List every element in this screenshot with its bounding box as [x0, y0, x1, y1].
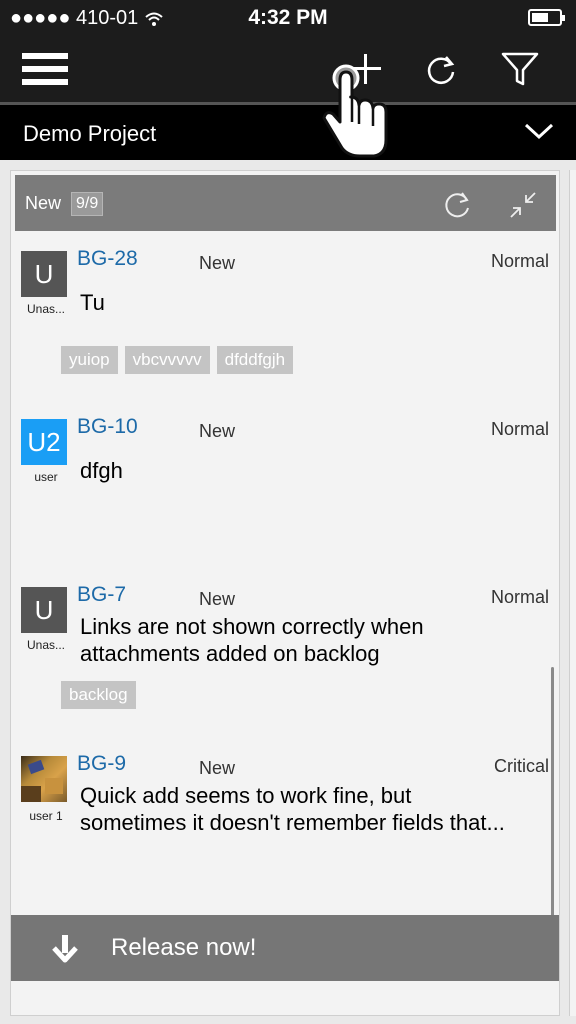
assignee-label: user 1: [29, 809, 63, 823]
avatar: [21, 756, 67, 802]
tag[interactable]: backlog: [61, 681, 136, 709]
issue-status: New: [199, 589, 236, 609]
clock: 4:32 PM: [248, 6, 328, 29]
scrollbar[interactable]: [551, 667, 554, 923]
issue-title-line: Links are not shown correctly when: [80, 614, 424, 639]
refresh-icon: [445, 192, 469, 218]
project-selector[interactable]: Demo Project: [0, 102, 576, 160]
avatar-photo: [21, 759, 63, 802]
refresh-icon: [427, 56, 455, 84]
issue-title-line: attachments added on backlog: [80, 641, 380, 666]
filter-icon: [501, 52, 539, 86]
chevron-down-icon: [524, 123, 554, 140]
menu-icon: [22, 53, 68, 85]
issue-title: Quick add seems to work fine, but someti…: [80, 782, 558, 836]
tag[interactable]: yuiop: [61, 346, 118, 374]
issue-id-link[interactable]: BG-28: [77, 247, 138, 271]
avatar: U: [21, 251, 67, 297]
tag-list: backlog: [61, 681, 136, 709]
status-bar: ●●●●● 410-01 4:32 PM: [0, 0, 576, 36]
toolbar: [0, 36, 576, 102]
battery-icon: [528, 9, 565, 26]
collapse-icon: [510, 192, 536, 218]
release-now-button[interactable]: Release now!: [11, 915, 559, 981]
issue-card[interactable]: U Unas... BG-28 New Normal Tu yuiop vbcv…: [11, 241, 559, 381]
issue-priority: Critical: [493, 756, 549, 776]
arrow-down-icon: [52, 935, 78, 963]
avatar: U: [21, 587, 67, 633]
column-refresh-button[interactable]: [439, 187, 475, 223]
issue-priority: Normal: [490, 251, 549, 271]
tag[interactable]: vbcvvvvv: [124, 346, 210, 374]
menu-button[interactable]: [18, 44, 74, 94]
project-name: Demo Project: [23, 121, 157, 146]
issue-priority: Normal: [490, 419, 549, 439]
issue-title-line: Quick add seems to work fine, but: [80, 783, 412, 808]
assignee-label: user: [34, 470, 58, 484]
release-label: Release now!: [111, 934, 257, 961]
issue-title: Links are not shown correctly when attac…: [80, 613, 558, 667]
issue-status: New: [199, 253, 236, 273]
tag-list: yuiop vbcvvvvv dfddfgjh: [61, 346, 294, 374]
column-count-badge: 9/9: [71, 192, 104, 216]
column-title: New: [25, 193, 62, 213]
battery-level: [532, 13, 548, 22]
issue-priority: Normal: [490, 587, 549, 607]
issue-status: New: [199, 758, 236, 778]
tap-hand-icon: [322, 64, 388, 158]
issue-title: dfgh: [80, 458, 123, 483]
collapse-button[interactable]: [505, 187, 541, 223]
issue-id-link[interactable]: BG-9: [77, 752, 126, 776]
issue-id-link[interactable]: BG-7: [77, 583, 126, 607]
assignee-label: Unas...: [26, 638, 65, 652]
refresh-button[interactable]: [413, 44, 469, 94]
issue-id-link[interactable]: BG-10: [77, 415, 138, 439]
issue-title: Tu: [80, 290, 105, 315]
column-header: New 9/9: [15, 175, 556, 231]
assignee-label: Unas...: [26, 302, 65, 316]
tag[interactable]: dfddfgjh: [216, 346, 294, 374]
issue-card[interactable]: U2 user BG-10 New Normal dfgh: [11, 411, 559, 551]
issue-card[interactable]: U Unas... BG-7 New Normal Links are not …: [11, 579, 559, 719]
issue-status: New: [199, 421, 236, 441]
kanban-column-new[interactable]: New 9/9 U Unas... BG-28 New Normal Tu yu…: [10, 170, 560, 1016]
avatar: U2: [21, 419, 67, 465]
issue-title-line: sometimes it doesn't remember fields tha…: [80, 810, 505, 835]
filter-button[interactable]: [492, 44, 548, 94]
issue-card[interactable]: user 1 BG-9 New Critical Quick add seems…: [11, 748, 559, 858]
next-column-edge[interactable]: [569, 170, 576, 1016]
app-screen: ●●●●● 410-01 4:32 PM Demo Project New 9/…: [0, 0, 576, 1024]
